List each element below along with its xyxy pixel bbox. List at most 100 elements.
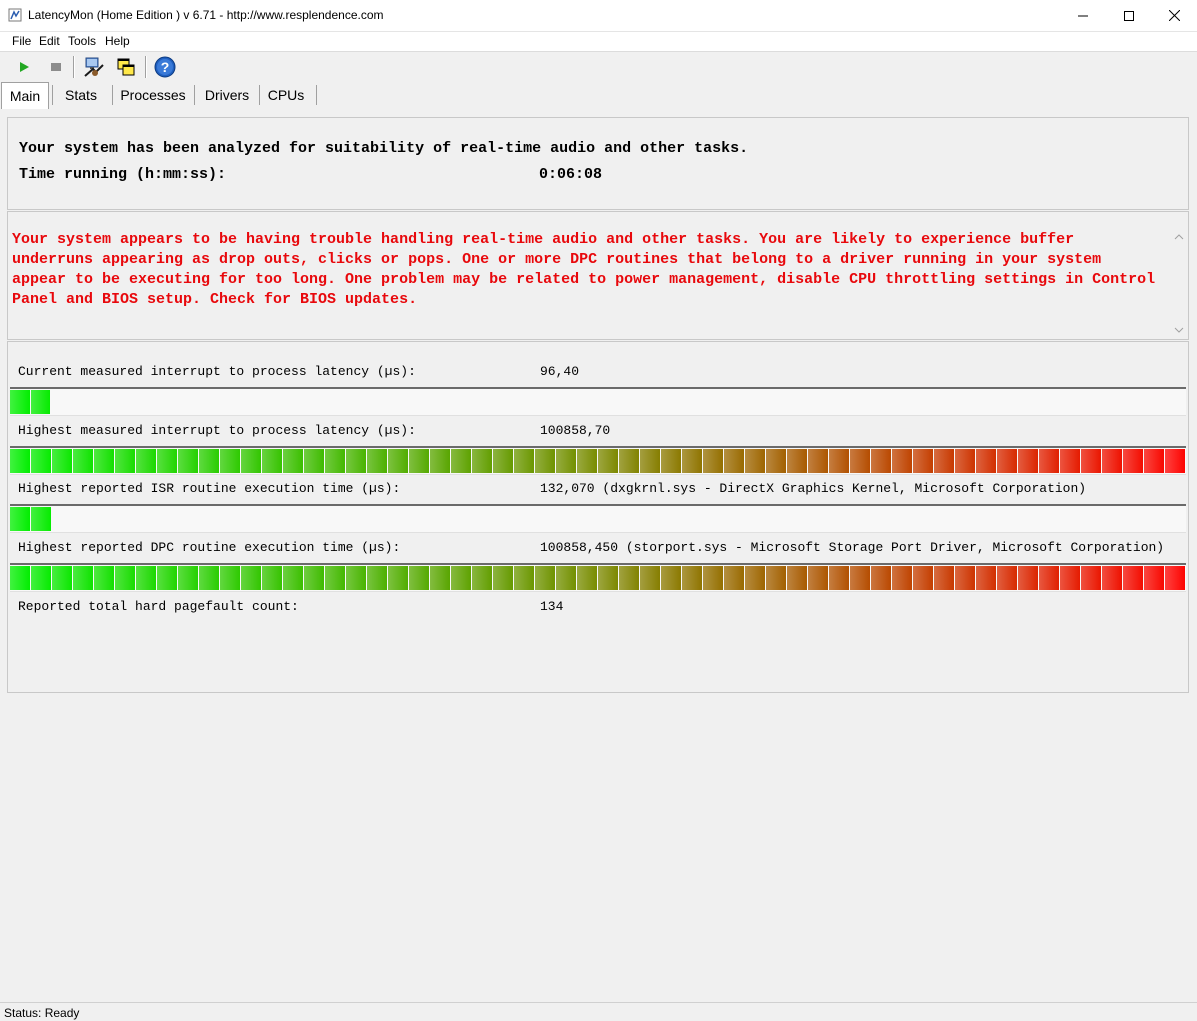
bar-segment (724, 566, 744, 590)
bar-segment (1123, 449, 1143, 473)
help-button[interactable]: ? (153, 55, 177, 79)
current-latency-bar (10, 387, 1186, 416)
status-bar: Status: Ready (0, 1002, 1197, 1021)
bar-segment (787, 449, 807, 473)
play-icon (20, 62, 29, 72)
bar-segment (220, 449, 240, 473)
highest-latency-value: 100858,70 (540, 423, 611, 438)
bar-segment (976, 566, 996, 590)
bar-segment (304, 449, 324, 473)
stop-button[interactable] (44, 55, 68, 79)
settings-button[interactable] (82, 55, 106, 79)
status-text: Status: Ready (4, 1006, 80, 1020)
bar-segment (31, 507, 51, 531)
close-icon (1168, 10, 1180, 21)
bar-segment (745, 566, 765, 590)
bar-segment (157, 566, 177, 590)
bar-segment (661, 449, 681, 473)
bar-segment (346, 449, 366, 473)
tab-stats[interactable]: Stats (56, 84, 106, 106)
menu-help[interactable]: Help (105, 34, 130, 48)
bar-segment (661, 566, 681, 590)
bar-segment (682, 566, 702, 590)
bar-segment (178, 566, 198, 590)
current-latency-bar-fill (10, 389, 51, 415)
bar-segment (1102, 566, 1122, 590)
bar-segment (304, 566, 324, 590)
bar-segment (493, 449, 513, 473)
bar-segment (1039, 566, 1059, 590)
conclusion-panel: Your system appears to be having trouble… (7, 211, 1189, 340)
bar-segment (325, 449, 345, 473)
bar-segment (976, 449, 996, 473)
summary-panel: Your system has been analyzed for suitab… (7, 117, 1189, 210)
bar-segment (73, 449, 93, 473)
bar-segment (409, 566, 429, 590)
bar-segment (31, 449, 51, 473)
menu-bar: File Edit Tools Help (0, 32, 1197, 52)
scroll-up-icon[interactable] (1174, 232, 1184, 242)
bar-segment (514, 449, 534, 473)
bar-segment (934, 449, 954, 473)
bar-segment (724, 449, 744, 473)
bar-segment (1018, 449, 1038, 473)
bar-segment (409, 449, 429, 473)
bar-segment (787, 566, 807, 590)
menu-file[interactable]: File (12, 34, 31, 48)
windows-icon (117, 58, 135, 76)
bar-segment (640, 449, 660, 473)
bar-segment (31, 390, 50, 414)
bar-segment (598, 449, 618, 473)
bar-segment (52, 449, 72, 473)
bar-segment (682, 449, 702, 473)
bar-segment (1039, 449, 1059, 473)
bar-segment (1060, 449, 1080, 473)
pagefault-value: 134 (540, 599, 564, 614)
minimize-icon (1078, 15, 1088, 16)
tab-processes[interactable]: Processes (116, 84, 190, 106)
bar-segment (178, 449, 198, 473)
bar-segment (430, 566, 450, 590)
bar-segment (556, 449, 576, 473)
bar-segment (10, 507, 30, 531)
bar-segment (430, 449, 450, 473)
time-running-value: 0:06:08 (539, 166, 603, 183)
tab-drivers[interactable]: Drivers (198, 84, 256, 106)
metrics-panel: Current measured interrupt to process la… (7, 341, 1189, 693)
highest-isr-bar (10, 504, 1186, 533)
bar-segment (241, 566, 261, 590)
bar-segment (829, 449, 849, 473)
bar-segment (115, 566, 135, 590)
bar-segment (934, 566, 954, 590)
highest-dpc-value: 100858,450 (storport.sys - Microsoft Sto… (540, 540, 1165, 555)
bar-segment (472, 449, 492, 473)
bar-segment (367, 566, 387, 590)
start-button[interactable] (12, 55, 36, 79)
bar-segment (703, 566, 723, 590)
computer-settings-icon (84, 57, 104, 77)
bar-segment (892, 566, 912, 590)
bar-segment (766, 449, 786, 473)
bar-segment (556, 566, 576, 590)
windows-button[interactable] (114, 55, 138, 79)
maximize-button[interactable] (1106, 0, 1152, 31)
bar-segment (1165, 449, 1185, 473)
bar-segment (451, 449, 471, 473)
bar-segment (199, 449, 219, 473)
minimize-button[interactable] (1060, 0, 1106, 31)
bar-segment (94, 449, 114, 473)
time-running-label: Time running (h:mm:ss): (19, 166, 227, 183)
bar-segment (955, 566, 975, 590)
highest-isr-label: Highest reported ISR routine execution t… (18, 481, 401, 496)
scroll-down-icon[interactable] (1174, 325, 1184, 335)
menu-edit[interactable]: Edit (39, 34, 60, 48)
close-button[interactable] (1151, 0, 1197, 31)
pagefault-label: Reported total hard pagefault count: (18, 599, 299, 614)
bar-segment (535, 449, 555, 473)
tab-cpus[interactable]: CPUs (263, 84, 309, 106)
tab-main[interactable]: Main (1, 82, 49, 109)
app-icon (8, 8, 22, 22)
menu-tools[interactable]: Tools (68, 34, 96, 48)
bar-segment (1165, 566, 1185, 590)
bar-segment (283, 449, 303, 473)
